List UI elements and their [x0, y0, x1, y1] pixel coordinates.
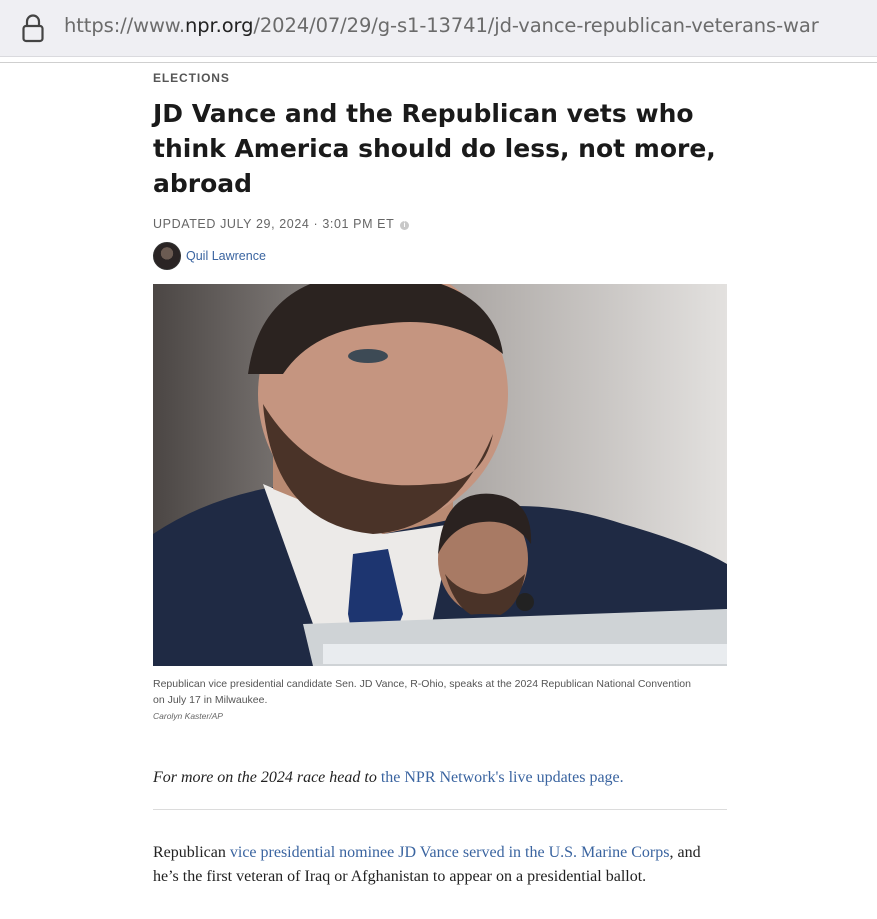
dateline-text: UPDATED JULY 29, 2024 · 3:01 PM ET	[153, 217, 395, 231]
author-link[interactable]: Quil Lawrence	[186, 249, 266, 263]
dateline: UPDATED JULY 29, 2024 · 3:01 PM ET i	[153, 217, 727, 231]
url-domain: npr.org	[184, 14, 254, 37]
article-paragraph: Republican vice presidential nominee JD …	[153, 841, 713, 888]
marine-corps-link[interactable]: vice presidential nominee JD Vance serve…	[230, 844, 670, 861]
paragraph-text: Republican	[153, 844, 230, 861]
byline: Quil Lawrence	[153, 242, 727, 270]
info-icon[interactable]: i	[400, 221, 410, 230]
author-avatar[interactable]	[153, 242, 181, 270]
photo-caption: Republican vice presidential candidate S…	[153, 678, 691, 706]
promo-text: For more on the 2024 race head to	[153, 769, 381, 786]
url-scheme: https://www.	[64, 14, 185, 37]
divider	[153, 809, 727, 810]
lock-icon[interactable]	[20, 13, 46, 43]
url-text[interactable]: https://www.npr.org/2024/07/29/g-s1-1374…	[64, 14, 819, 37]
divider	[0, 62, 877, 63]
headline: JD Vance and the Republican vets who thi…	[153, 99, 716, 198]
lead-photo[interactable]	[153, 284, 727, 666]
promo-line: For more on the 2024 race head to the NP…	[153, 769, 727, 787]
photo-credit: Carolyn Kaster/AP	[153, 711, 223, 721]
section-label[interactable]: ELECTIONS	[153, 71, 727, 85]
url-path: /2024/07/29/g-s1-13741/jd-vance-republic…	[253, 14, 819, 37]
live-updates-link[interactable]: the NPR Network's live updates page.	[381, 769, 624, 786]
address-bar[interactable]: https://www.npr.org/2024/07/29/g-s1-1374…	[0, 0, 877, 57]
